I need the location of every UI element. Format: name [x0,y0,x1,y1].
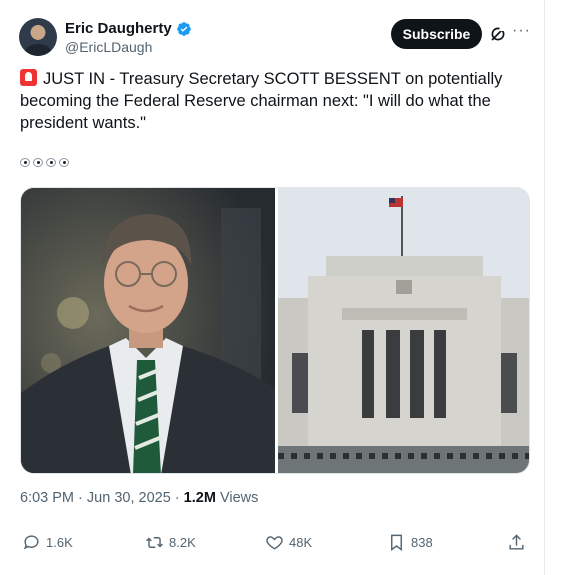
repost-button[interactable]: 8.2K [145,533,196,552]
subscribe-button[interactable]: Subscribe [391,19,482,49]
share-button[interactable] [507,533,526,552]
eye-icon [59,158,69,167]
reply-icon [23,535,39,550]
eye-icon [46,158,56,167]
portrait-illustration [21,188,275,473]
bookmark-icon [391,534,402,552]
action-bar: 1.6K 8.2K 48K 838 [0,533,545,557]
eye-icon [33,158,43,167]
building-illustration [278,188,529,473]
eye-icon [20,158,30,167]
repost-icon [146,537,163,548]
reply-count: 1.6K [46,535,73,550]
grok-icon[interactable] [489,25,507,43]
tweet-text: JUST IN - Treasury Secretary SCOTT BESSE… [20,70,503,132]
tweet-meta: 6:03 PM · Jun 30, 2025 · 1.2M Views [20,490,258,506]
siren-emoji-icon [20,69,37,86]
eyes-emoji-icon [20,158,69,167]
avatar[interactable] [19,18,57,56]
tweet-date[interactable]: Jun 30, 2025 [87,490,171,506]
views-count: 1.2M [183,490,216,506]
photo-portrait[interactable] [21,188,275,473]
tweet-time[interactable]: 6:03 PM [20,490,74,506]
verified-badge-icon [176,21,191,36]
share-icon [509,534,524,550]
reply-button[interactable]: 1.6K [22,533,73,552]
photo-federal-reserve-building[interactable] [278,188,529,473]
media-grid [20,187,530,474]
bookmark-button[interactable]: 838 [387,533,433,552]
views-label: Views [219,490,259,506]
author-name-row: Eric Daugherty [65,20,192,37]
bookmark-count: 838 [411,535,433,550]
tweet-card: Eric Daugherty @EricLDaugh Subscribe ···… [0,0,545,575]
more-options-icon[interactable]: ··· [512,22,531,40]
like-count: 48K [289,535,313,550]
like-button[interactable]: 48K [265,533,312,552]
heart-icon [266,536,283,550]
author-handle[interactable]: @EricLDaugh [65,39,152,55]
tweet-text-block: JUST IN - Treasury Secretary SCOTT BESSE… [20,68,525,134]
meta-separator: · [174,490,180,506]
repost-count: 8.2K [169,535,196,550]
meta-separator: · [78,490,83,506]
author-name[interactable]: Eric Daugherty [65,20,172,37]
